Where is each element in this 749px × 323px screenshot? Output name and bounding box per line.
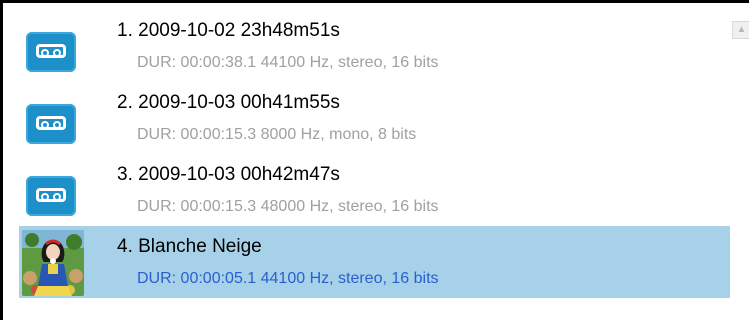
recording-thumb-2 xyxy=(24,92,80,148)
scroll-up-arrow-icon[interactable]: ▲ xyxy=(732,21,749,39)
recording-thumb-3 xyxy=(24,164,80,220)
recording-item-3[interactable]: 3. 2009-10-03 00h42m47s DUR: 00:00:15.3 … xyxy=(19,154,730,226)
recording-info-3: DUR: 00:00:15.3 48000 Hz, stereo, 16 bit… xyxy=(137,198,439,215)
recording-info-1: DUR: 00:00:38.1 44100 Hz, stereo, 16 bit… xyxy=(137,54,439,71)
recording-title-4: 4. Blanche Neige xyxy=(117,236,262,257)
recording-list[interactable]: 1. 2009-10-02 23h48m51s DUR: 00:00:38.1 … xyxy=(9,10,730,323)
snow-white-thumbnail-icon xyxy=(22,230,84,296)
recording-info-2: DUR: 00:00:15.3 8000 Hz, mono, 8 bits xyxy=(137,126,417,143)
cassette-tape-icon xyxy=(26,176,76,216)
recording-title-3: 3. 2009-10-03 00h42m47s xyxy=(117,164,340,185)
window-frame: 1. 2009-10-02 23h48m51s DUR: 00:00:38.1 … xyxy=(0,0,749,323)
cassette-tape-icon xyxy=(26,104,76,144)
recording-title-1: 1. 2009-10-02 23h48m51s xyxy=(117,20,340,41)
cassette-tape-icon xyxy=(26,32,76,72)
recording-thumb-4 xyxy=(22,230,84,296)
recording-item-4[interactable]: 4. Blanche Neige DUR: 00:00:05.1 44100 H… xyxy=(19,226,730,298)
recording-info-4: DUR: 00:00:05.1 44100 Hz, stereo, 16 bit… xyxy=(137,270,439,287)
recording-title-2: 2. 2009-10-03 00h41m55s xyxy=(117,92,340,113)
vertical-scrollbar[interactable]: ▲ xyxy=(731,6,749,323)
recording-thumb-1 xyxy=(24,20,80,76)
recording-item-2[interactable]: 2. 2009-10-03 00h41m55s DUR: 00:00:15.3 … xyxy=(19,82,730,154)
recording-item-1[interactable]: 1. 2009-10-02 23h48m51s DUR: 00:00:38.1 … xyxy=(19,10,730,82)
scroll-track[interactable] xyxy=(732,40,749,323)
